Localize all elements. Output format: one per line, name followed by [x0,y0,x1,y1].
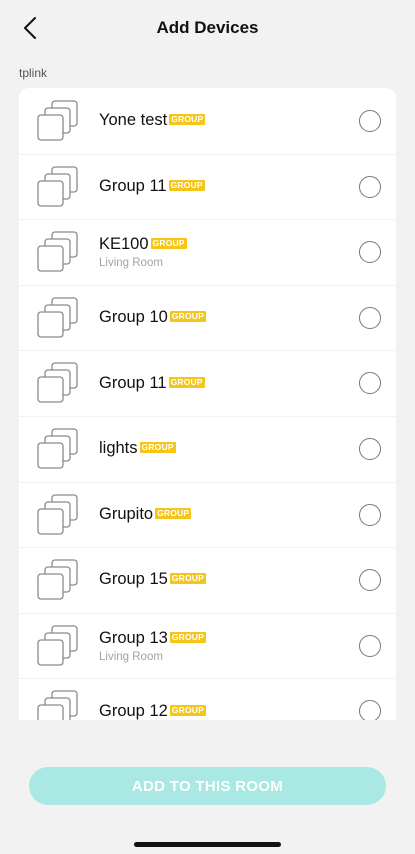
group-badge: GROUP [139,442,176,454]
select-radio[interactable] [359,503,381,526]
device-name-line: Yone test GROUP [99,111,206,130]
device-name-line: Group 13 GROUP [99,629,206,648]
device-name-line: Group 12 GROUP [99,702,206,720]
device-list[interactable]: Yone test GROUP Group 11 GROUP KE100 GRO… [19,88,396,720]
device-group-icon [37,165,79,208]
device-name-line: Group 11 GROUP [99,177,205,196]
device-group-icon [37,231,79,273]
device-row-text: Group 13 GROUP Living Room [99,613,206,679]
device-group-icon [37,690,79,720]
device-group-icon [37,428,79,470]
device-row[interactable]: Group 12 GROUP [19,678,396,720]
device-name: Group 11 [99,373,167,392]
group-badge: GROUP [168,376,205,388]
device-row-text: Group 11 GROUP [99,350,205,416]
device-room: Living Room [99,256,163,269]
device-row-text: lights GROUP [99,416,176,482]
device-row-text: Group 10 GROUP [99,285,206,351]
add-to-room-button[interactable]: ADD TO THIS ROOM [29,767,386,805]
device-name-line: lights GROUP [99,439,176,458]
device-name: Group 15 [99,570,168,589]
home-indicator [134,842,281,847]
device-group-icon [37,100,79,142]
select-radio[interactable] [359,372,381,395]
device-name: Grupito [99,504,154,523]
device-row[interactable]: Grupito GROUP [19,481,396,548]
select-radio[interactable] [359,241,381,264]
device-name-line: Group 15 GROUP [99,570,206,589]
device-group-icon [37,362,79,404]
device-row[interactable]: Yone test GROUP [19,88,396,154]
device-group-icon [37,493,79,536]
group-badge: GROUP [169,573,206,585]
device-name: Yone test [99,111,168,130]
header: Add Devices [0,0,415,56]
device-row[interactable]: Group 11 GROUP [19,350,396,416]
device-name-line: Group 10 GROUP [99,308,206,327]
device-row[interactable]: Group 13 GROUP Living Room [19,612,396,679]
group-badge: GROUP [168,179,205,191]
device-row[interactable]: Group 15 GROUP [19,547,396,613]
select-radio[interactable] [359,175,381,198]
device-group-icon [37,297,79,339]
device-name: Group 10 [99,308,168,327]
device-room: Living Room [99,650,163,663]
device-row[interactable]: Group 10 GROUP [19,284,396,351]
select-radio[interactable] [359,569,381,592]
section-label: tplink [19,66,48,80]
device-row-text: Group 11 GROUP [99,154,205,220]
device-name: Group 13 [99,628,168,647]
device-row-text: Yone test GROUP [99,88,206,154]
group-badge: GROUP [150,237,187,249]
device-row-text: KE100 GROUP Living Room [99,219,187,285]
device-row[interactable]: lights GROUP [19,415,396,482]
device-name-line: Group 11 GROUP [99,374,205,393]
device-name: Group 11 [99,176,167,195]
group-badge: GROUP [155,507,192,519]
device-row[interactable]: KE100 GROUP Living Room [19,219,396,285]
select-radio[interactable] [359,437,381,460]
select-radio[interactable] [359,306,381,329]
device-name: KE100 [99,234,149,253]
group-badge: GROUP [169,311,206,323]
device-group-icon [37,559,79,601]
device-name-line: Grupito GROUP [99,504,192,524]
device-name: lights [99,439,138,458]
select-radio[interactable] [359,634,381,657]
device-row-text: Group 12 GROUP [99,678,206,720]
select-radio[interactable] [359,110,381,132]
select-radio[interactable] [359,700,381,720]
device-row-text: Group 15 GROUP [99,547,206,613]
page-title: Add Devices [156,18,259,37]
device-row-text: Grupito GROUP [99,482,192,548]
group-badge: GROUP [169,704,206,716]
group-badge: GROUP [169,631,206,643]
device-row[interactable]: Group 11 GROUP [19,153,396,220]
device-name: Group 12 [99,701,168,720]
device-name-line: KE100 GROUP [99,235,187,254]
device-group-icon [37,625,79,667]
add-devices-screen: Add Devices tplink Yone test GROUP Group… [0,0,415,854]
group-badge: GROUP [169,114,206,126]
